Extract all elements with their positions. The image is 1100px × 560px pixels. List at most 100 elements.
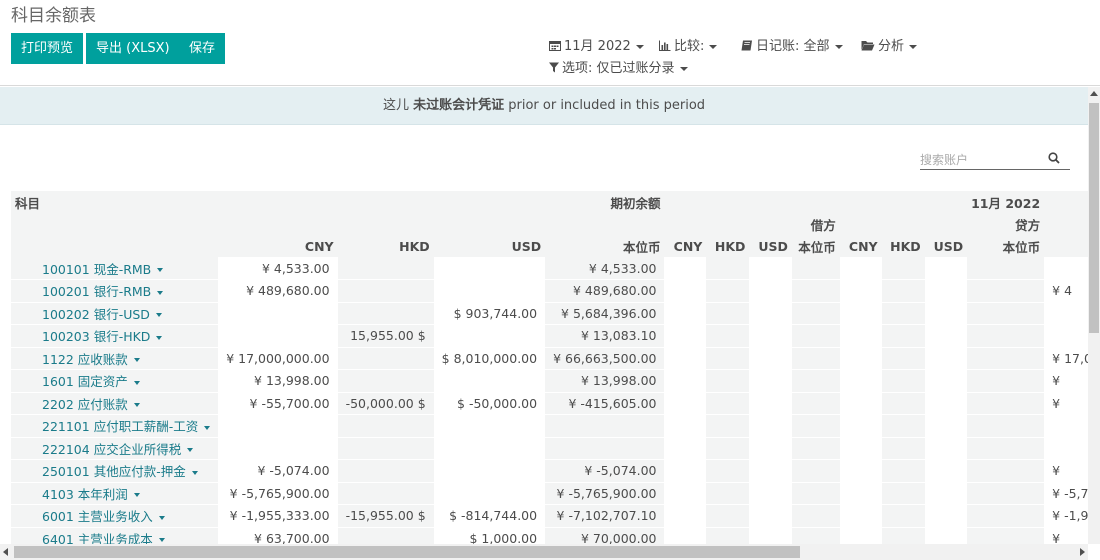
- account-label: 221101 应付职工薪酬-工资: [42, 419, 199, 435]
- table-row[interactable]: 100101 现金-RMB ¥ 4,533.00 ¥ 4,533.00: [11, 257, 1100, 280]
- notice-link[interactable]: 未过账会计凭证: [413, 98, 504, 113]
- credit-cny-cell: [839, 414, 882, 438]
- debit-base-cell: [791, 369, 840, 393]
- account-menu-caret-icon[interactable]: [133, 358, 140, 363]
- chevron-down-icon: [834, 44, 843, 49]
- analysis-dropdown[interactable]: 分析: [861, 35, 918, 54]
- base-cell: ¥ 489,680.00: [545, 279, 665, 303]
- credit-hkd-cell: [881, 392, 925, 415]
- debit-cny-cell: [664, 504, 707, 528]
- account-label: 1122 应收账款: [42, 351, 128, 367]
- table-row[interactable]: 1601 固定资产 ¥ 13,998.00 ¥ 13,998.00 ¥: [11, 369, 1100, 393]
- table-row[interactable]: 250101 其他应付款-押金 ¥ -5,074.00 ¥ -5,074.00 ¥: [11, 459, 1100, 483]
- export-xlsx-button[interactable]: 导出 (XLSX): [86, 33, 180, 64]
- debit-hkd-cell: [706, 347, 750, 370]
- account-menu-caret-icon[interactable]: [133, 403, 140, 408]
- account-cell[interactable]: 222104 应交企业所得税: [11, 437, 219, 460]
- credit-cny-cell: [839, 324, 882, 348]
- account-menu-caret-icon[interactable]: [133, 493, 140, 498]
- account-cell[interactable]: 100202 银行-USD: [11, 302, 219, 325]
- scroll-up-arrow-icon[interactable]: [1090, 91, 1098, 96]
- credit-usd-cell: [924, 347, 968, 370]
- debit-hkd-cell: [706, 437, 750, 460]
- debit-usd-cell: [749, 504, 792, 528]
- credit-usd-cell: [924, 527, 968, 544]
- hkd-cell: -15,955.00 $: [337, 504, 434, 528]
- debit-hkd-cell: [706, 302, 750, 325]
- credit-cny-cell: [839, 257, 882, 280]
- account-cell[interactable]: 2202 应付账款: [11, 392, 219, 415]
- print-preview-button[interactable]: 打印预览: [11, 33, 84, 64]
- table-row[interactable]: 1122 应收账款 ¥ 17,000,000.00 $ 8,010,000.00 ¥ …: [11, 347, 1100, 370]
- col-credit-base: 本位币: [967, 235, 1045, 257]
- account-label: 250101 其他应付款-押金: [42, 464, 186, 480]
- account-menu-caret-icon[interactable]: [158, 538, 165, 543]
- horizontal-scrollbar-thumb[interactable]: [14, 546, 800, 558]
- table-row[interactable]: 4103 本年利润 ¥ -5,765,900.00 ¥ -5,765,900.00 ¥…: [11, 482, 1100, 505]
- table-row[interactable]: 221101 应付职工薪酬-工资: [11, 414, 1100, 438]
- table-row[interactable]: 100201 银行-RMB ¥ 489,680.00 ¥ 489,680.00 ¥ 4: [11, 279, 1100, 303]
- journals-dropdown[interactable]: 日记账: 全部: [741, 35, 843, 54]
- account-menu-caret-icon[interactable]: [156, 335, 163, 340]
- account-cell[interactable]: 6001 主营业务收入: [11, 504, 219, 528]
- account-cell[interactable]: 1601 固定资产: [11, 369, 219, 393]
- hkd-cell: [337, 527, 434, 544]
- table-row[interactable]: 2202 应付账款 ¥ -55,700.00 -50,000.00 $ $ -50,0…: [11, 392, 1100, 415]
- search-icon[interactable]: [1048, 152, 1060, 164]
- table-row[interactable]: 6401 主营业务成本 ¥ 63,700.00 $ 1,000.00 ¥ 70,000…: [11, 527, 1100, 544]
- account-menu-caret-icon[interactable]: [204, 425, 211, 430]
- options-dropdown[interactable]: 选项: 仅已过账分录: [549, 57, 688, 76]
- account-menu-caret-icon[interactable]: [133, 380, 140, 385]
- account-cell[interactable]: 100203 银行-HKD: [11, 324, 219, 348]
- cny-cell: ¥ 13,998.00: [218, 369, 338, 393]
- table-row[interactable]: 100203 银行-HKD 15,955.00 $ ¥ 13,083.10: [11, 324, 1100, 348]
- base-cell: ¥ -7,102,707.10: [545, 504, 665, 528]
- credit-base-cell: [967, 392, 1045, 415]
- scroll-right-arrow-icon[interactable]: [1080, 548, 1085, 556]
- credit-hkd-cell: [881, 482, 925, 505]
- hkd-cell: [337, 482, 434, 505]
- account-menu-caret-icon[interactable]: [191, 470, 198, 475]
- table-row[interactable]: 222104 应交企业所得税: [11, 437, 1100, 460]
- account-cell[interactable]: 100101 现金-RMB: [11, 257, 219, 280]
- date-filter-dropdown[interactable]: 11月 2022: [549, 35, 644, 54]
- table-row[interactable]: 6001 主营业务收入 ¥ -1,955,333.00 -15,955.00 $ $ …: [11, 504, 1100, 528]
- credit-usd-cell: [924, 257, 968, 280]
- account-menu-caret-icon[interactable]: [158, 515, 165, 520]
- account-label: 6401 主营业务成本: [42, 531, 153, 544]
- compare-dropdown[interactable]: 比较:: [659, 35, 718, 54]
- account-cell[interactable]: 4103 本年利润: [11, 482, 219, 505]
- col-credit-usd: USD: [924, 235, 968, 257]
- account-menu-caret-icon[interactable]: [155, 313, 162, 318]
- credit-cny-cell: [839, 369, 882, 393]
- debit-usd-cell: [749, 392, 792, 415]
- account-menu-caret-icon[interactable]: [157, 268, 164, 272]
- account-cell[interactable]: 1122 应收账款: [11, 347, 219, 370]
- save-button[interactable]: 保存: [179, 33, 226, 64]
- folder-icon: [861, 41, 875, 51]
- table-row[interactable]: 100202 银行-USD $ 903,744.00 ¥ 5,684,396.00: [11, 302, 1100, 325]
- col-debit-base: 本位币: [791, 235, 840, 257]
- cny-cell: ¥ 17,000,000.00: [218, 347, 338, 370]
- account-menu-caret-icon[interactable]: [187, 448, 194, 453]
- account-cell[interactable]: 100201 银行-RMB: [11, 279, 219, 303]
- debit-base-cell: [791, 414, 840, 438]
- account-cell[interactable]: 6401 主营业务成本: [11, 527, 219, 544]
- debit-base-cell: [791, 257, 840, 280]
- hkd-cell: [337, 414, 434, 438]
- debit-hkd-cell: [706, 257, 750, 280]
- account-menu-caret-icon[interactable]: [157, 290, 164, 295]
- debit-hkd-cell: [706, 504, 750, 528]
- vertical-scrollbar-thumb[interactable]: [1089, 103, 1099, 333]
- hkd-cell: [337, 302, 434, 325]
- account-cell[interactable]: 221101 应付职工薪酬-工资: [11, 414, 219, 438]
- usd-cell: $ 903,744.00: [433, 302, 546, 325]
- search-input[interactable]: [920, 153, 1040, 167]
- debit-hkd-cell: [706, 324, 750, 348]
- debit-cny-cell: [664, 437, 707, 460]
- scroll-left-arrow-icon[interactable]: [3, 548, 8, 556]
- account-cell[interactable]: 250101 其他应付款-押金: [11, 459, 219, 483]
- credit-base-cell: [967, 257, 1045, 280]
- base-cell: ¥ -5,765,900.00: [545, 482, 665, 505]
- credit-hkd-cell: [881, 369, 925, 393]
